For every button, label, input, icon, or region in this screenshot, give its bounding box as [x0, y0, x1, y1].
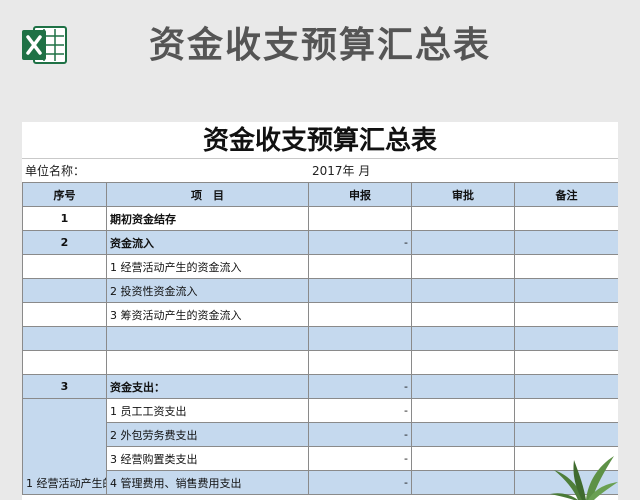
cell-item[interactable]: 3 筹资活动产生的资金流入 — [106, 302, 309, 327]
cell-approve[interactable] — [411, 470, 515, 495]
cell-note[interactable] — [514, 398, 618, 423]
table-row: 1 经营活动产生的资金流入 — [22, 254, 618, 279]
cell-index[interactable] — [22, 326, 107, 351]
table-row: 1 期初资金结存 — [22, 206, 618, 231]
cell-declare[interactable]: - — [308, 230, 412, 255]
cell-note[interactable] — [514, 326, 618, 351]
cell-index[interactable]: 2 — [22, 230, 107, 255]
budget-table: 序号 项 目 申报 审批 备注 1 期初资金结存 2 资金流入 - 1 经营活动… — [22, 182, 618, 495]
header-declare[interactable]: 申报 — [308, 182, 412, 207]
cell-approve[interactable] — [411, 254, 515, 279]
header-index[interactable]: 序号 — [22, 182, 107, 207]
cell-approve[interactable] — [411, 206, 515, 231]
table-row: 4 管理费用、销售费用支出 - — [23, 470, 618, 495]
table-row: 3 资金支出： - — [22, 374, 618, 399]
cell-note[interactable] — [514, 350, 618, 375]
cell-declare[interactable]: - — [308, 470, 412, 495]
header-approve[interactable]: 审批 — [411, 182, 515, 207]
unit-name-label: 单位名称： — [25, 164, 86, 178]
plant-decoration-icon — [550, 456, 618, 500]
sheet-title: 资金收支预算汇总表 — [202, 126, 437, 156]
cell-index[interactable]: 3 — [22, 374, 107, 399]
header-row: 序号 项 目 申报 审批 备注 — [22, 182, 618, 207]
cell-item[interactable]: 期初资金结存 — [106, 206, 309, 231]
cell-declare[interactable] — [308, 278, 412, 303]
cell-item[interactable]: 1 员工工资支出 — [106, 398, 309, 423]
cell-approve[interactable] — [411, 374, 515, 399]
cell-note[interactable] — [514, 206, 618, 231]
cell-item[interactable]: 3 经营购置类支出 — [106, 446, 309, 471]
table-row: 2 资金流入 - — [22, 230, 618, 255]
cell-index[interactable]: 1 — [22, 206, 107, 231]
merged-cell-operating-outflow[interactable]: 1 经营活动产生的资金流出 — [22, 398, 107, 495]
cell-note[interactable] — [514, 422, 618, 447]
cell-approve[interactable] — [411, 326, 515, 351]
cell-note[interactable] — [514, 374, 618, 399]
cell-index[interactable] — [22, 350, 107, 375]
cell-item[interactable] — [106, 326, 309, 351]
cell-declare[interactable] — [308, 350, 412, 375]
cell-index[interactable] — [22, 278, 107, 303]
cell-index[interactable] — [22, 302, 107, 327]
cell-index[interactable] — [22, 254, 107, 279]
cell-item[interactable]: 4 管理费用、销售费用支出 — [106, 470, 309, 495]
cell-approve[interactable] — [411, 398, 515, 423]
table-row: 2 外包劳务费支出 - — [23, 422, 618, 447]
banner: 资金收支预算汇总表 — [0, 0, 640, 122]
table-row — [22, 350, 618, 375]
cell-approve[interactable] — [411, 422, 515, 447]
info-row: 单位名称： 2017年 月 — [22, 158, 618, 183]
cell-declare[interactable]: - — [308, 446, 412, 471]
cell-declare[interactable] — [308, 206, 412, 231]
cell-note[interactable] — [514, 230, 618, 255]
cell-approve[interactable] — [411, 278, 515, 303]
table-row: 2 投资性资金流入 — [22, 278, 618, 303]
table-row: 3 经营购置类支出 - — [23, 446, 618, 471]
spreadsheet: 资金收支预算汇总表 单位名称： 2017年 月 序号 项 目 申报 审批 备注 … — [22, 122, 618, 500]
cell-note[interactable] — [514, 254, 618, 279]
year-month-label: 2017年 月 — [312, 164, 371, 178]
cell-item[interactable]: 1 经营活动产生的资金流入 — [106, 254, 309, 279]
cell-declare[interactable]: - — [308, 422, 412, 447]
cell-declare[interactable]: - — [308, 398, 412, 423]
cell-approve[interactable] — [411, 446, 515, 471]
cell-item[interactable]: 资金流入 — [106, 230, 309, 255]
header-item[interactable]: 项 目 — [106, 182, 309, 207]
cell-item[interactable]: 资金支出： — [106, 374, 309, 399]
header-note[interactable]: 备注 — [514, 182, 618, 207]
cell-approve[interactable] — [411, 350, 515, 375]
cell-item[interactable]: 2 投资性资金流入 — [106, 278, 309, 303]
table-row: 3 筹资活动产生的资金流入 — [22, 302, 618, 327]
cell-declare[interactable] — [308, 302, 412, 327]
cell-declare[interactable] — [308, 326, 412, 351]
cell-item[interactable]: 2 外包劳务费支出 — [106, 422, 309, 447]
cell-declare[interactable] — [308, 254, 412, 279]
cell-approve[interactable] — [411, 230, 515, 255]
cell-note[interactable] — [514, 278, 618, 303]
cell-approve[interactable] — [411, 302, 515, 327]
table-row — [22, 326, 618, 351]
cell-declare[interactable]: - — [308, 374, 412, 399]
cell-note[interactable] — [514, 302, 618, 327]
table-row: 1 经营活动产生的资金流出 1 员工工资支出 - — [22, 398, 618, 495]
banner-title: 资金收支预算汇总表 — [148, 25, 491, 66]
cell-item[interactable] — [106, 350, 309, 375]
